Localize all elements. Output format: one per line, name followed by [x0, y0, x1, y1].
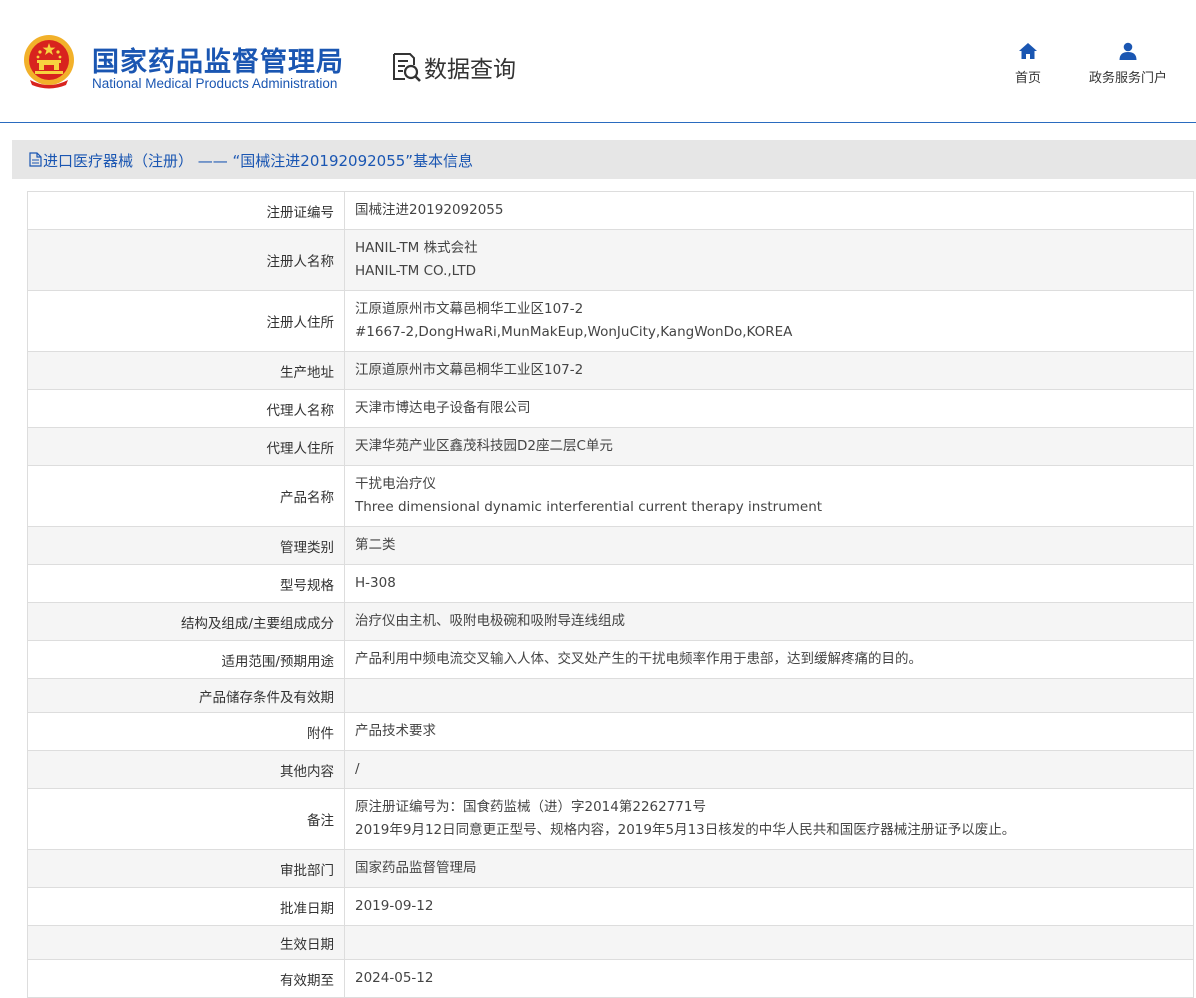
table-row: 批准日期 2019-09-12	[27, 887, 1194, 926]
nav-service-portal[interactable]: 政务服务门户	[1082, 42, 1174, 86]
row-value: 原注册证编号为：国食药监械（进）字2014第2262771号 2019年9月12日…	[344, 788, 1194, 850]
row-label: 注册证编号	[27, 191, 345, 230]
table-row: 生产地址 江原道原州市文幕邑桐华工业区107-2	[27, 351, 1194, 390]
row-label: 产品名称	[27, 465, 345, 527]
document-icon	[29, 152, 42, 167]
table-row: 适用范围/预期用途 产品利用中频电流交叉输入人体、交叉处产生的干扰电频率作用于患…	[27, 640, 1194, 679]
row-label: 注册人名称	[27, 229, 345, 291]
row-label: 注册人住所	[27, 290, 345, 352]
row-value: 产品利用中频电流交叉输入人体、交叉处产生的干扰电频率作用于患部，达到缓解疼痛的目…	[344, 640, 1194, 679]
table-row: 代理人住所 天津华苑产业区鑫茂科技园D2座二层C单元	[27, 427, 1194, 466]
row-value: H-308	[344, 564, 1194, 603]
data-query-label: 数据查询	[424, 57, 516, 83]
row-value-line: H-308	[355, 575, 396, 591]
row-value: 天津华苑产业区鑫茂科技园D2座二层C单元	[344, 427, 1194, 466]
row-value-line: HANIL-TM CO.,LTD	[355, 263, 476, 279]
row-value: 国家药品监督管理局	[344, 849, 1194, 888]
record-title: 进口医疗器械（注册） —— “国械注进20192092055”基本信息	[43, 152, 474, 170]
row-value-line: 干扰电治疗仪	[355, 476, 436, 492]
table-row: 结构及组成/主要组成成分 治疗仪由主机、吸附电极碗和吸附导连线组成	[27, 602, 1194, 641]
national-emblem-icon	[24, 35, 74, 89]
row-value: 江原道原州市文幕邑桐华工业区107-2 #1667-2,DongHwaRi,Mun…	[344, 290, 1194, 352]
row-label: 代理人名称	[27, 389, 345, 428]
row-value-line: 治疗仪由主机、吸附电极碗和吸附导连线组成	[355, 613, 625, 629]
row-value-line: 国械注进20192092055	[355, 202, 504, 218]
row-value-line: 江原道原州市文幕邑桐华工业区107-2	[355, 301, 584, 317]
row-value: 第二类	[344, 526, 1194, 565]
row-label: 代理人住所	[27, 427, 345, 466]
data-search-icon	[393, 53, 421, 82]
row-value-line: 国家药品监督管理局	[355, 860, 477, 876]
row-label: 结构及组成/主要组成成分	[27, 602, 345, 641]
table-row: 产品储存条件及有效期	[27, 678, 1194, 713]
row-value-line: 2024-05-12	[355, 970, 434, 986]
table-row: 有效期至 2024-05-12	[27, 959, 1194, 998]
row-value-line: HANIL-TM 株式会社	[355, 240, 478, 256]
row-value-line: /	[355, 761, 360, 777]
row-value: 江原道原州市文幕邑桐华工业区107-2	[344, 351, 1194, 390]
user-icon	[1119, 42, 1137, 60]
nav-service-portal-label: 政务服务门户	[1088, 71, 1167, 86]
row-label: 批准日期	[27, 887, 345, 926]
row-value-line: 天津市博达电子设备有限公司	[355, 400, 531, 416]
table-row: 管理类别 第二类	[27, 526, 1194, 565]
table-row: 生效日期	[27, 925, 1194, 960]
table-row: 附件 产品技术要求	[27, 712, 1194, 751]
row-label: 适用范围/预期用途	[27, 640, 345, 679]
row-value: 国械注进20192092055	[344, 191, 1194, 230]
row-label: 审批部门	[27, 849, 345, 888]
row-value-line: 2019年9月12日同意更正型号、规格内容，2019年5月13日核发的中华人民共…	[355, 822, 1016, 838]
table-row: 审批部门 国家药品监督管理局	[27, 849, 1194, 888]
row-value: 干扰电治疗仪 Three dimensional dynamic interfer…	[344, 465, 1194, 527]
site-header: 国家药品监督管理局 National Medical Products Admi…	[0, 0, 1196, 123]
record-title-bar: 进口医疗器械（注册） —— “国械注进20192092055”基本信息	[12, 140, 1196, 179]
row-value	[344, 925, 1194, 960]
row-value	[344, 678, 1194, 713]
row-label: 附件	[27, 712, 345, 751]
row-value: 2019-09-12	[344, 887, 1194, 926]
table-row: 产品名称 干扰电治疗仪 Three dimensional dynamic int…	[27, 465, 1194, 527]
row-label: 有效期至	[27, 959, 345, 998]
brand-title-cn: 国家药品监督管理局	[92, 47, 344, 78]
row-value: 天津市博达电子设备有限公司	[344, 389, 1194, 428]
row-value: HANIL-TM 株式会社 HANIL-TM CO.,LTD	[344, 229, 1194, 291]
row-value-line: 天津华苑产业区鑫茂科技园D2座二层C单元	[355, 438, 613, 454]
nav-home-label: 首页	[1014, 71, 1041, 86]
row-label: 产品储存条件及有效期	[27, 678, 345, 713]
table-row: 代理人名称 天津市博达电子设备有限公司	[27, 389, 1194, 428]
row-value-line: 2019-09-12	[355, 898, 434, 914]
table-row: 备注 原注册证编号为：国食药监械（进）字2014第2262771号 2019年9月…	[27, 788, 1194, 850]
registration-info-table: 注册证编号 国械注进20192092055 注册人名称 HANIL-TM 株式会…	[27, 191, 1194, 998]
row-label: 管理类别	[27, 526, 345, 565]
table-row: 其他内容 /	[27, 750, 1194, 789]
row-value: /	[344, 750, 1194, 789]
table-row: 注册人住所 江原道原州市文幕邑桐华工业区107-2 #1667-2,DongHwa…	[27, 290, 1194, 352]
row-label: 生效日期	[27, 925, 345, 960]
brand-title-en: National Medical Products Administration	[92, 76, 338, 91]
row-label: 其他内容	[27, 750, 345, 789]
row-value-line: 原注册证编号为：国食药监械（进）字2014第2262771号	[355, 799, 706, 815]
table-row: 注册证编号 国械注进20192092055	[27, 191, 1194, 230]
row-value: 产品技术要求	[344, 712, 1194, 751]
row-value-line: 江原道原州市文幕邑桐华工业区107-2	[355, 362, 584, 378]
row-value-line: 第二类	[355, 537, 396, 553]
row-value-line: 产品利用中频电流交叉输入人体、交叉处产生的干扰电频率作用于患部，达到缓解疼痛的目…	[355, 651, 922, 667]
row-value: 2024-05-12	[344, 959, 1194, 998]
row-label: 型号规格	[27, 564, 345, 603]
row-label: 生产地址	[27, 351, 345, 390]
data-query-heading[interactable]: 数据查询	[390, 50, 516, 84]
row-value-line: Three dimensional dynamic interferential…	[355, 499, 823, 515]
row-label: 备注	[27, 788, 345, 850]
row-value-line: #1667-2,DongHwaRi,MunMakEup,WonJuCity,Ka…	[355, 324, 793, 340]
table-row: 型号规格 H-308	[27, 564, 1194, 603]
nav-home[interactable]: 首页	[1008, 42, 1048, 86]
row-value: 治疗仪由主机、吸附电极碗和吸附导连线组成	[344, 602, 1194, 641]
table-row: 注册人名称 HANIL-TM 株式会社 HANIL-TM CO.,LTD	[27, 229, 1194, 291]
row-value-line: 产品技术要求	[355, 723, 436, 739]
home-icon	[1019, 43, 1037, 59]
